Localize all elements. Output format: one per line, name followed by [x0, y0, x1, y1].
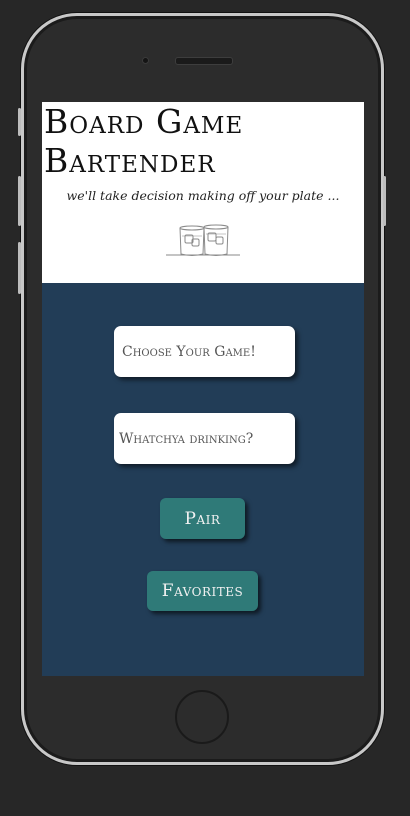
app-title: Board Game Bartender [44, 102, 244, 180]
drink-field[interactable] [114, 413, 295, 464]
mute-switch [18, 108, 21, 136]
home-button [175, 690, 229, 744]
volume-up-button [18, 176, 21, 226]
drink-input[interactable] [117, 430, 289, 447]
app-header: Board Game Bartender we'll take decision… [42, 102, 364, 283]
game-field[interactable] [114, 326, 295, 377]
front-camera [142, 57, 149, 64]
volume-down-button [18, 242, 21, 294]
game-input[interactable] [120, 343, 289, 360]
app-tagline: we'll take decision making off your plat… [66, 188, 340, 203]
earpiece-speaker [175, 57, 233, 65]
app-screen: Board Game Bartender we'll take decision… [42, 102, 364, 676]
power-button [383, 176, 386, 226]
two-glasses-icon [166, 224, 240, 256]
pair-button[interactable]: Pair [160, 498, 245, 539]
favorites-button[interactable]: Favorites [147, 571, 258, 611]
